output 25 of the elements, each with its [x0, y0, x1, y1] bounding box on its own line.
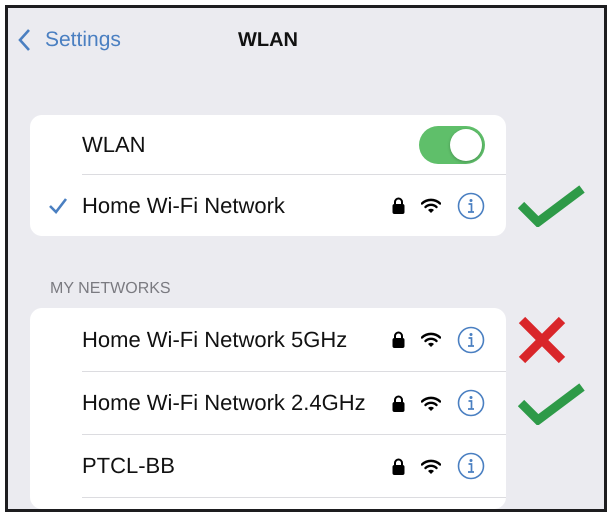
lock-icon	[392, 197, 405, 214]
lock-icon	[392, 394, 405, 412]
network-row[interactable]: Home Wi-Fi Network 2.4GHz	[30, 372, 506, 435]
network-name: Home Wi-Fi Network 2.4GHz	[82, 390, 367, 416]
network-name: Home Wi-Fi Network	[82, 192, 286, 218]
info-button[interactable]	[457, 192, 485, 220]
network-row[interactable]: Home Wi-Fi Network 5GHz	[30, 308, 506, 372]
wlan-label: WLAN	[82, 132, 147, 158]
wifi-icon	[421, 332, 441, 347]
info-button[interactable]	[457, 452, 485, 480]
wifi-icon	[421, 198, 441, 213]
lock-icon	[392, 458, 405, 474]
network-row[interactable]: PTCL-BB	[30, 435, 506, 498]
wifi-icon	[421, 396, 441, 410]
network-name: Home Wi-Fi Network 5GHz	[82, 326, 348, 352]
wlan-toggle[interactable]	[419, 126, 485, 164]
network-row[interactable]: Home Wi-Fi Network	[30, 175, 506, 236]
section-header: MY NETWORKS	[50, 280, 171, 298]
info-button[interactable]	[457, 389, 485, 417]
page-title: WLAN	[238, 28, 298, 52]
wifi-icon	[421, 458, 441, 474]
info-button[interactable]	[457, 326, 485, 354]
chevron-left-icon	[18, 28, 31, 52]
network-name: PTCL-BB	[82, 453, 176, 479]
lock-icon	[392, 331, 405, 348]
